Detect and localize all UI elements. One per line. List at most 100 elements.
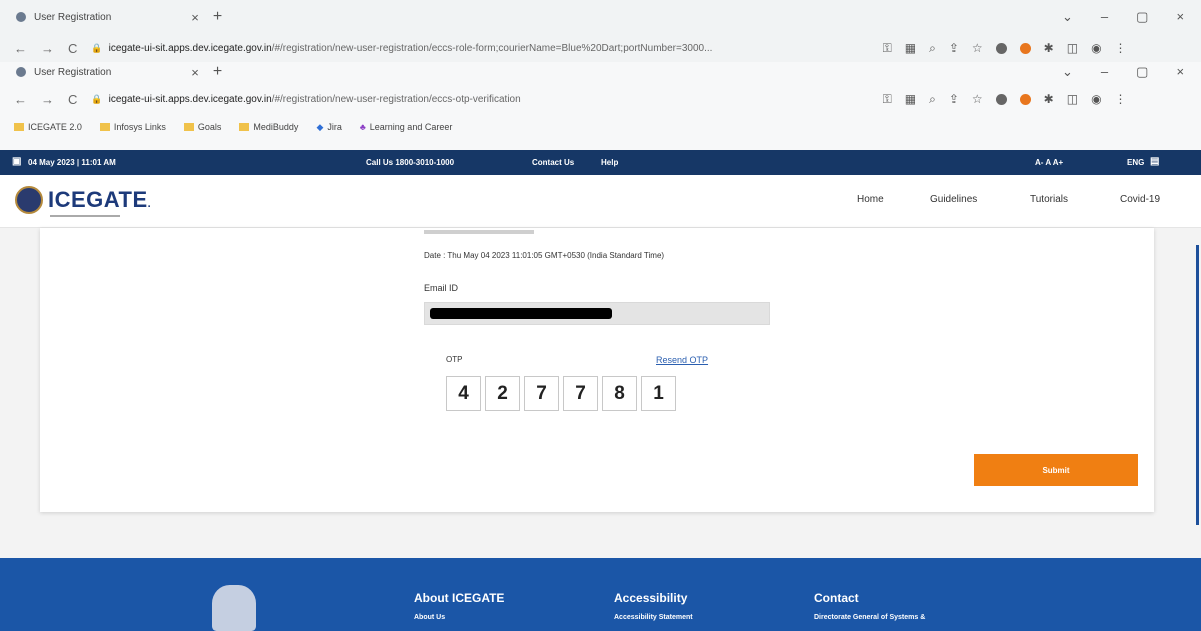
folder-icon [183,123,194,131]
sidebar-icon[interactable]: ◫ [1067,41,1078,55]
site-logo[interactable]: ICEGATE. [48,187,151,213]
national-emblem-icon [212,585,256,631]
page-favicon-icon [16,12,26,22]
logo-tagline [50,215,120,217]
site-footer [0,558,1201,631]
reload-icon[interactable]: C [68,41,77,56]
translate-icon[interactable]: ▦ [905,92,916,106]
chevron-down-icon[interactable]: ⌄ [1062,9,1073,25]
url-text[interactable]: icegate-ui-sit.apps.dev.icegate.gov.in/#… [109,43,869,54]
nav-tutorials[interactable]: Tutorials [1030,194,1068,205]
otp-digit-input[interactable]: 2 [485,376,520,411]
profile-icon[interactable]: ◉ [1091,92,1101,106]
footer-accessibility-heading: Accessibility [614,591,688,605]
share-icon[interactable]: ⇪ [949,92,959,106]
site-top-bar: ▣ 04 May 2023 | 11:01 AM Call Us 1800-30… [0,150,1201,175]
submit-button[interactable]: Submit [974,454,1138,486]
footer-about-heading: About ICEGATE [414,591,505,605]
bookmark-item[interactable]: ◆ Jira [316,122,341,133]
translate-icon[interactable]: ▦ [905,41,916,55]
profile-icon[interactable]: ◉ [1091,41,1101,55]
menu-dots-icon[interactable]: ⋮ [1115,41,1127,55]
footer-contact-text: Directorate General of Systems & [814,614,926,621]
bookmark-item[interactable]: Goals [183,122,221,132]
star-icon[interactable]: ☆ [972,92,983,106]
browser-tab-1[interactable]: User Registration × + [16,5,222,29]
close-tab-icon[interactable]: × [191,65,199,80]
chevron-down-icon[interactable]: ⌄ [1062,64,1073,80]
puzzle-icon[interactable]: ✱ [1044,41,1054,55]
jira-icon: ◆ [316,121,324,132]
email-label: Email ID [424,283,459,293]
font-size-controls[interactable]: A- A A+ [1035,158,1063,167]
nav-covid19[interactable]: Covid-19 [1120,194,1160,205]
otp-digit-input[interactable]: 7 [563,376,598,411]
new-tab-icon[interactable]: + [213,63,222,81]
url-text[interactable]: icegate-ui-sit.apps.dev.icegate.gov.in/#… [109,94,869,105]
otp-label: OTP [446,355,463,364]
calendar-icon: ▣ [12,156,22,167]
otp-input-group: 4 2 7 7 8 1 [446,376,676,411]
current-datetime: 04 May 2023 | 11:01 AM [28,158,116,167]
scrollbar[interactable] [1196,245,1199,525]
language-selector[interactable]: ENG [1127,158,1144,167]
otp-digit-input[interactable]: 7 [524,376,559,411]
browser-tab-2[interactable]: User Registration × + [16,60,222,84]
restore-icon[interactable]: ▢ [1136,64,1148,80]
folder-icon [14,123,24,131]
close-window-icon[interactable]: × [1176,9,1184,25]
redacted-email [430,308,612,319]
address-bar[interactable]: ← → C 🔒 icegate-ui-sit.apps.dev.icegate.… [14,87,1194,111]
key-icon[interactable]: ⚿ [883,41,892,56]
restore-icon[interactable]: ▢ [1136,9,1148,25]
zoom-icon[interactable]: ⌕ [929,41,936,56]
language-icon[interactable]: ▤ [1150,156,1159,167]
menu-dots-icon[interactable]: ⋮ [1115,92,1127,106]
back-icon[interactable]: ← [14,41,27,56]
extension-icon[interactable] [995,93,1007,105]
puzzle-icon[interactable]: ✱ [1044,92,1054,106]
lock-icon[interactable]: 🔒 [91,43,102,54]
close-window-icon[interactable]: × [1176,64,1184,80]
lock-icon[interactable]: 🔒 [91,94,102,105]
footer-contact-heading: Contact [814,591,859,605]
bookmark-item[interactable]: MediBuddy [239,122,298,132]
nav-home[interactable]: Home [857,194,884,205]
nav-guidelines[interactable]: Guidelines [930,194,977,205]
window-controls: ⌄ – ▢ × [1062,64,1184,80]
bookmark-item[interactable]: ♣ Learning and Career [360,122,452,132]
otp-digit-input[interactable]: 1 [641,376,676,411]
otp-date-text: Date : Thu May 04 2023 11:01:05 GMT+0530… [424,251,665,260]
minimize-icon[interactable]: – [1101,9,1108,25]
contact-us-link[interactable]: Contact Us [532,158,574,167]
sidebar-icon[interactable]: ◫ [1067,92,1078,106]
tab-title: User Registration [34,11,112,23]
extension-icon[interactable] [1019,93,1031,105]
resend-otp-link[interactable]: Resend OTP [656,355,708,365]
star-icon[interactable]: ☆ [972,41,983,55]
bookmarks-bar: ICEGATE 2.0 Infosys Links Goals MediBudd… [14,116,464,138]
page-favicon-icon [16,67,26,77]
reload-icon[interactable]: C [68,92,77,107]
bookmark-item[interactable]: ICEGATE 2.0 [14,122,82,132]
extension-icon[interactable] [1019,42,1031,54]
footer-about-link[interactable]: About Us [414,614,445,621]
new-tab-icon[interactable]: + [213,8,222,26]
call-us-link[interactable]: Call Us 1800-3010-1000 [366,158,454,167]
browser-chrome-front: User Registration × + ⌄ – ▢ × ← → C 🔒 ic… [0,62,1201,150]
bookmark-item[interactable]: Infosys Links [99,122,166,132]
help-link[interactable]: Help [601,158,618,167]
back-icon[interactable]: ← [14,92,27,107]
otp-digit-input[interactable]: 8 [602,376,637,411]
zoom-icon[interactable]: ⌕ [929,92,936,107]
address-bar[interactable]: ← → C 🔒 icegate-ui-sit.apps.dev.icegate.… [14,36,1194,60]
otp-digit-input[interactable]: 4 [446,376,481,411]
extension-icon[interactable] [995,42,1007,54]
forward-icon[interactable]: → [41,41,54,56]
key-icon[interactable]: ⚿ [883,92,892,107]
share-icon[interactable]: ⇪ [949,41,959,55]
footer-accessibility-link[interactable]: Accessibility Statement [614,614,693,621]
minimize-icon[interactable]: – [1101,64,1108,80]
forward-icon[interactable]: → [41,92,54,107]
close-tab-icon[interactable]: × [191,10,199,25]
